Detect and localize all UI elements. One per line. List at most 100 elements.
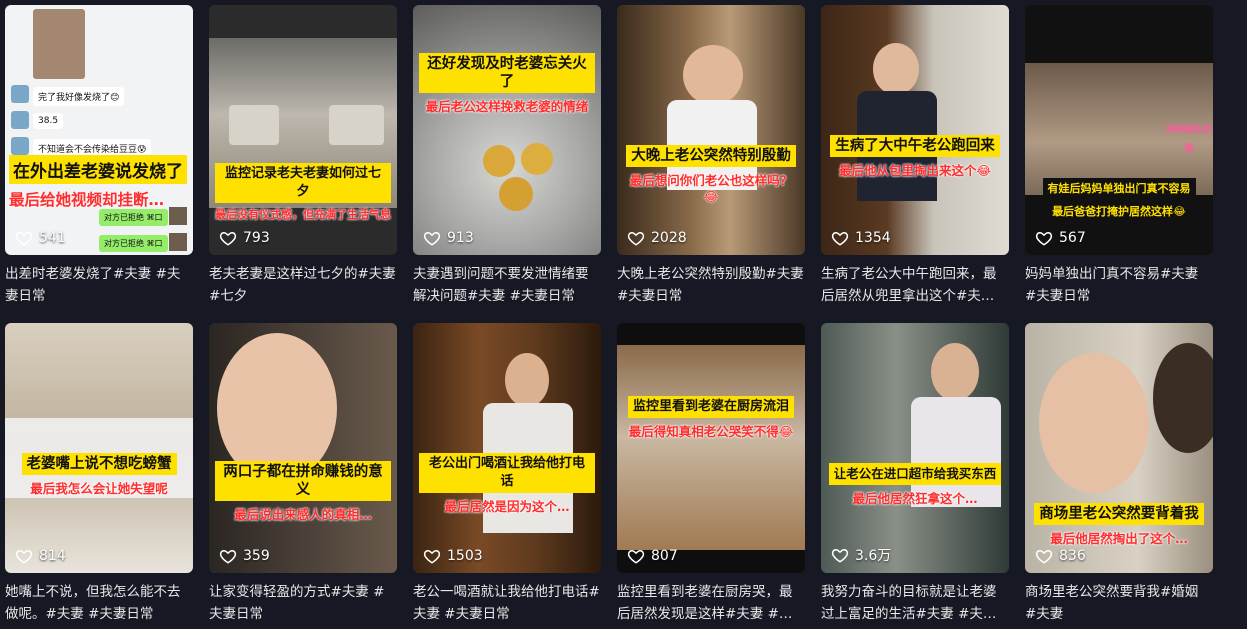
heart-outline-icon <box>15 231 33 246</box>
video-caption[interactable]: 出差时老婆发烧了#夫妻 #夫妻日常 <box>5 263 193 307</box>
like-count: 793 <box>219 229 270 247</box>
video-card[interactable]: 两口子都在拼命赚钱的意义 最后说出来感人的真相… 359 让家变得轻盈的方式#夫… <box>209 323 397 628</box>
like-count-value: 541 <box>39 230 66 246</box>
overlay-title: 监控记录老夫老妻如何过七夕 <box>215 163 391 203</box>
heart-outline-icon <box>423 231 441 246</box>
thumbnail-overlay: 大晚上老公突然特别殷勤 最后想问你们老公也这样吗？😂 <box>623 145 799 204</box>
overlay-title: 还好发现及时老婆忘关火了 <box>419 53 595 93</box>
video-caption[interactable]: 生病了老公大中午跑回来，最后居然从兜里拿出这个#夫… <box>821 263 1009 307</box>
overlay-title: 老婆嘴上说不想吃螃蟹 <box>21 453 177 475</box>
chat-message: 38.5 <box>33 113 64 129</box>
video-caption[interactable]: 妈妈单独出门真不容易#夫妻 #夫妻日常 <box>1025 263 1213 307</box>
overlay-title: 让老公在进口超市给我买东西 <box>828 463 1002 485</box>
video-thumbnail[interactable]: 商场里老公突然要背着我 最后他居然掏出了这个… 836 <box>1025 323 1213 573</box>
like-count: 359 <box>219 547 270 565</box>
overlay-title: 有娃后妈妈单独出门真不容易 <box>1042 178 1196 200</box>
thumbnail-tag: 妈妈躲在后面 <box>1165 117 1213 155</box>
heart-outline-icon <box>831 548 849 563</box>
video-caption[interactable]: 让家变得轻盈的方式#夫妻 #夫妻日常 <box>209 581 397 625</box>
heart-outline-icon <box>1035 549 1053 564</box>
overlay-subtitle: 最后居然是因为这个… <box>444 499 570 514</box>
overlay-title: 大晚上老公突然特别殷勤 <box>626 145 796 167</box>
video-card[interactable]: 商场里老公突然要背着我 最后他居然掏出了这个… 836 商场里老公突然要背我#婚… <box>1025 323 1213 628</box>
thumbnail-overlay: 有娃后妈妈单独出门真不容易 最后爸爸打掩护居然这样😂 <box>1031 177 1207 219</box>
overlay-title: 老公出门喝酒让我给他打电话 <box>419 453 595 493</box>
video-card[interactable]: 监控里看到老婆在厨房流泪 最后得知真相老公哭笑不得😂 807 监控里看到老婆在厨… <box>617 323 805 628</box>
video-card[interactable]: 妈妈躲在后面 有娃后妈妈单独出门真不容易 最后爸爸打掩护居然这样😂 567 妈妈… <box>1025 5 1213 310</box>
thumbnail-overlay: 老公出门喝酒让我给他打电话 最后居然是因为这个… <box>419 453 595 515</box>
heart-outline-icon <box>219 231 237 246</box>
video-thumbnail[interactable]: 两口子都在拼命赚钱的意义 最后说出来感人的真相… 359 <box>209 323 397 573</box>
overlay-tag: 妈妈躲在后面 <box>1166 125 1212 154</box>
like-count: 3.6万 <box>831 545 891 565</box>
heart-outline-icon <box>219 549 237 564</box>
like-count-value: 814 <box>39 548 66 564</box>
overlay-subtitle: 最后给她视频却挂断… <box>9 191 165 209</box>
video-caption[interactable]: 夫妻遇到问题不要发泄情绪要解决问题#夫妻 #夫妻日常 <box>413 263 601 307</box>
like-count-value: 793 <box>243 230 270 246</box>
thumbnail-overlay: 两口子都在拼命赚钱的意义 最后说出来感人的真相… <box>215 461 391 523</box>
like-count: 913 <box>423 229 474 247</box>
video-thumbnail[interactable]: 完了我好像发烧了😊 38.5 不知道会不会传染给豆豆😰 对方已拒绝 ⌘口 对方已… <box>5 5 193 255</box>
like-count-value: 1354 <box>855 230 891 246</box>
video-caption[interactable]: 大晚上老公突然特别殷勤#夫妻 #夫妻日常 <box>617 263 805 307</box>
thumbnail-overlay: 监控里看到老婆在厨房流泪 最后得知真相老公哭笑不得😂 <box>623 395 799 440</box>
overlay-subtitle: 最后爸爸打掩护居然这样😂 <box>1052 205 1186 218</box>
video-caption[interactable]: 监控里看到老婆在厨房哭，最后居然发现是这样#夫妻 #… <box>617 581 805 625</box>
like-count-value: 913 <box>447 230 474 246</box>
video-thumbnail[interactable]: 妈妈躲在后面 有娃后妈妈单独出门真不容易 最后爸爸打掩护居然这样😂 567 <box>1025 5 1213 255</box>
video-card[interactable]: 监控记录老夫老妻如何过七夕 最后没有仪式感，但充满了生活气息 793 老夫老妻是… <box>209 5 397 310</box>
like-count: 836 <box>1035 547 1086 565</box>
like-count-value: 359 <box>243 548 270 564</box>
overlay-subtitle: 最后他居然狂拿这个… <box>852 491 978 506</box>
video-thumbnail[interactable]: 大晚上老公突然特别殷勤 最后想问你们老公也这样吗？😂 2028 <box>617 5 805 255</box>
overlay-subtitle: 最后想问你们老公也这样吗？😂 <box>629 173 793 204</box>
like-count: 541 <box>15 229 66 247</box>
like-count: 567 <box>1035 229 1086 247</box>
overlay-subtitle: 最后说出来感人的真相… <box>234 507 372 522</box>
overlay-subtitle: 最后老公这样挽救老婆的情绪 <box>425 99 589 114</box>
thumbnail-overlay: 老婆嘴上说不想吃螃蟹 最后我怎么会让她失望呢 <box>11 453 187 497</box>
like-count: 1503 <box>423 547 483 565</box>
video-thumbnail[interactable]: 还好发现及时老婆忘关火了 最后老公这样挽救老婆的情绪 913 <box>413 5 601 255</box>
video-caption[interactable]: 商场里老公突然要背我#婚姻 #夫妻 <box>1025 581 1213 625</box>
overlay-title: 监控里看到老婆在厨房流泪 <box>627 396 794 418</box>
video-thumbnail[interactable]: 监控记录老夫老妻如何过七夕 最后没有仪式感，但充满了生活气息 793 <box>209 5 397 255</box>
video-thumbnail[interactable]: 生病了大中午老公跑回来 最后他从包里掏出来这个😂 1354 <box>821 5 1009 255</box>
video-grid: 完了我好像发烧了😊 38.5 不知道会不会传染给豆豆😰 对方已拒绝 ⌘口 对方已… <box>0 0 1247 629</box>
video-thumbnail[interactable]: 老公出门喝酒让我给他打电话 最后居然是因为这个… 1503 <box>413 323 601 573</box>
video-thumbnail[interactable]: 老婆嘴上说不想吃螃蟹 最后我怎么会让她失望呢 814 <box>5 323 193 573</box>
chat-reply: 对方已拒绝 ⌘口 <box>99 209 168 226</box>
video-card[interactable]: 老婆嘴上说不想吃螃蟹 最后我怎么会让她失望呢 814 她嘴上不说，但我怎么能不去… <box>5 323 193 628</box>
like-count: 2028 <box>627 229 687 247</box>
chat-message: 完了我好像发烧了😊 <box>33 87 125 106</box>
overlay-subtitle: 最后他居然掏出了这个… <box>1050 531 1188 546</box>
video-card[interactable]: 让老公在进口超市给我买东西 最后他居然狂拿这个… 3.6万 我努力奋斗的目标就是… <box>821 323 1009 628</box>
overlay-subtitle: 最后我怎么会让她失望呢 <box>30 481 168 496</box>
thumbnail-overlay: 在外出差老婆说发烧了 最后给她视频却挂断… <box>9 155 189 210</box>
overlay-title: 商场里老公突然要背着我 <box>1034 503 1204 525</box>
like-count-value: 3.6万 <box>855 548 892 564</box>
heart-outline-icon <box>627 549 645 564</box>
heart-outline-icon <box>1035 231 1053 246</box>
chat-reply: 对方已拒绝 ⌘口 <box>99 235 168 252</box>
thumbnail-overlay: 生病了大中午老公跑回来 最后他从包里掏出来这个😂 <box>827 135 1003 179</box>
video-card[interactable]: 生病了大中午老公跑回来 最后他从包里掏出来这个😂 1354 生病了老公大中午跑回… <box>821 5 1009 310</box>
video-caption[interactable]: 老夫老妻是这样过七夕的#夫妻 #七夕 <box>209 263 397 307</box>
video-card[interactable]: 大晚上老公突然特别殷勤 最后想问你们老公也这样吗？😂 2028 大晚上老公突然特… <box>617 5 805 310</box>
video-card[interactable]: 老公出门喝酒让我给他打电话 最后居然是因为这个… 1503 老公一喝酒就让我给他… <box>413 323 601 628</box>
video-thumbnail[interactable]: 让老公在进口超市给我买东西 最后他居然狂拿这个… 3.6万 <box>821 323 1009 573</box>
thumbnail-overlay: 商场里老公突然要背着我 最后他居然掏出了这个… <box>1031 503 1207 547</box>
thumbnail-overlay: 还好发现及时老婆忘关火了 最后老公这样挽救老婆的情绪 <box>419 53 595 115</box>
video-card[interactable]: 还好发现及时老婆忘关火了 最后老公这样挽救老婆的情绪 913 夫妻遇到问题不要发… <box>413 5 601 310</box>
overlay-subtitle: 最后得知真相老公哭笑不得😂 <box>628 424 794 439</box>
like-count-value: 567 <box>1059 230 1086 246</box>
like-count: 807 <box>627 547 678 565</box>
video-card[interactable]: 完了我好像发烧了😊 38.5 不知道会不会传染给豆豆😰 对方已拒绝 ⌘口 对方已… <box>5 5 193 310</box>
video-caption[interactable]: 我努力奋斗的目标就是让老婆过上富足的生活#夫妻 #夫… <box>821 581 1009 625</box>
like-count-value: 836 <box>1059 548 1086 564</box>
video-thumbnail[interactable]: 监控里看到老婆在厨房流泪 最后得知真相老公哭笑不得😂 807 <box>617 323 805 573</box>
video-caption[interactable]: 老公一喝酒就让我给他打电话#夫妻 #夫妻日常 <box>413 581 601 625</box>
video-caption[interactable]: 她嘴上不说，但我怎么能不去做呢。#夫妻 #夫妻日常 <box>5 581 193 625</box>
heart-outline-icon <box>831 231 849 246</box>
